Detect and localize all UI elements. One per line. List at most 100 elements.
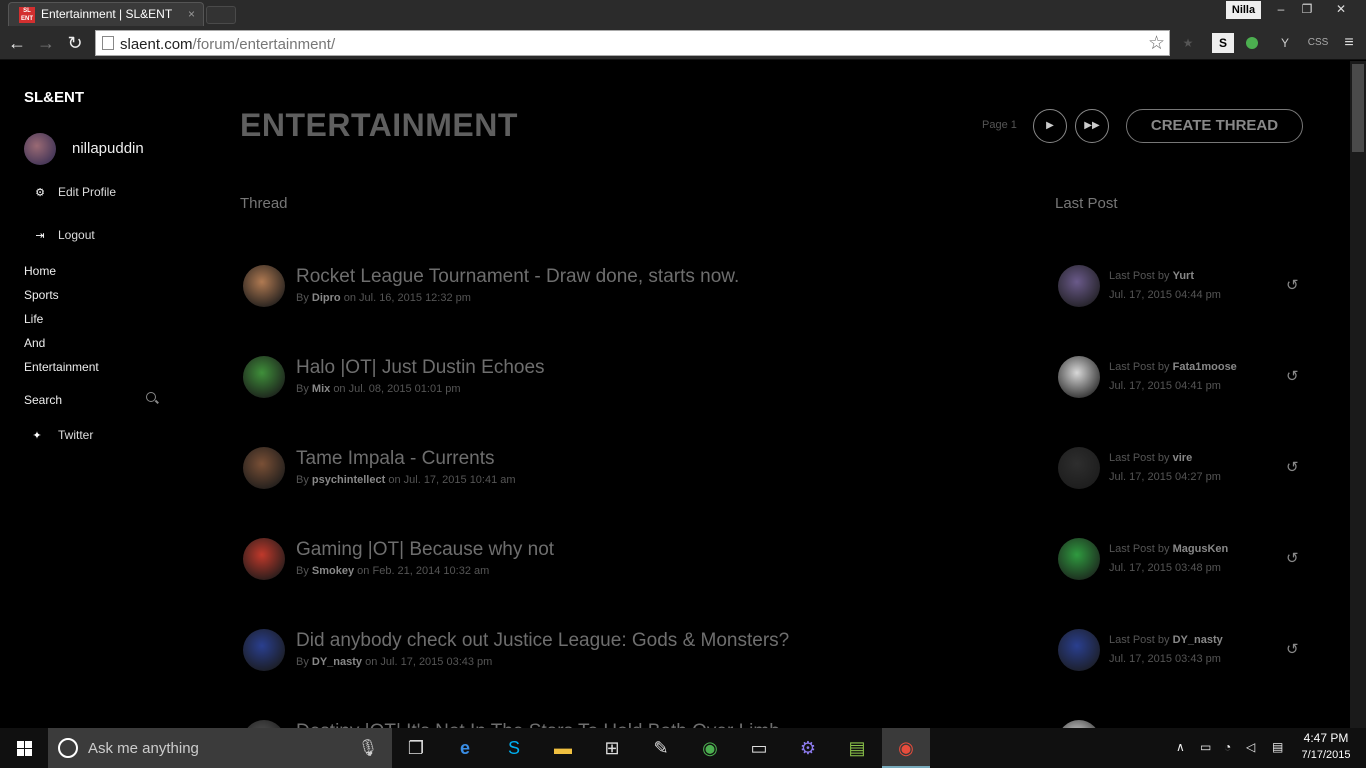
minimize-icon[interactable]: – (1268, 0, 1294, 18)
thread-row[interactable]: Tame Impala - Currents By psychintellect … (240, 443, 1310, 503)
thread-title[interactable]: Rocket League Tournament - Draw done, st… (296, 266, 739, 288)
last-post-user[interactable]: Fata1moose (1173, 361, 1237, 373)
author-avatar[interactable] (243, 356, 285, 398)
author-avatar[interactable] (243, 720, 285, 728)
skype-icon[interactable]: S (490, 728, 538, 768)
s2-extension-icon[interactable]: S (1212, 33, 1234, 53)
clock-date[interactable]: 7/17/2015 (1296, 749, 1356, 761)
thread-row[interactable]: Gaming |OT| Because why not By Smokey on … (240, 534, 1310, 594)
back-arrow-icon[interactable]: ← (6, 32, 28, 54)
site-logo[interactable]: SL&ENT (24, 89, 84, 106)
edge-icon[interactable]: e (441, 728, 489, 768)
history-icon[interactable]: ↺ (1286, 276, 1299, 294)
author-avatar[interactable] (243, 538, 285, 580)
history-icon[interactable]: ↺ (1286, 640, 1299, 658)
wifi-icon[interactable]: ◔ (1224, 740, 1231, 754)
chrome-active-icon[interactable]: ◉ (882, 728, 930, 768)
thread-title[interactable]: Tame Impala - Currents (296, 448, 495, 470)
chrome-menu-icon[interactable]: ≡ (1338, 33, 1360, 53)
scrollbar-thumb[interactable] (1352, 64, 1364, 152)
history-icon[interactable]: ↺ (1286, 549, 1299, 567)
author-avatar[interactable] (243, 629, 285, 671)
settings-app-icon[interactable]: ⚙ (784, 728, 832, 768)
cortana-search-box[interactable]: Ask me anything 🎙 (48, 728, 392, 768)
profile-button[interactable]: Nilla (1226, 1, 1261, 19)
status-dot-icon[interactable] (1246, 37, 1258, 49)
scrollbar[interactable] (1350, 61, 1366, 728)
logout-link[interactable]: Logout (58, 228, 95, 242)
on-label: on (343, 292, 356, 304)
notepad-icon[interactable]: ▤ (833, 728, 881, 768)
microphone-icon[interactable]: 🎙 (358, 738, 378, 758)
store-icon[interactable]: ⊞ (588, 728, 636, 768)
connect-icon[interactable]: ▭ (735, 728, 783, 768)
thread-row[interactable]: Halo |OT| Just Dustin Echoes By Mix on Ju… (240, 352, 1310, 412)
thread-meta: By psychintellect on Jul. 17, 2015 10:41… (296, 474, 516, 486)
thread-title[interactable]: Gaming |OT| Because why not (296, 539, 554, 561)
last-poster-avatar[interactable] (1058, 356, 1100, 398)
next-page-button[interactable]: ▶ (1033, 109, 1067, 143)
thread-author[interactable]: Smokey (312, 565, 354, 577)
last-page-button[interactable]: ▶▶ (1075, 109, 1109, 143)
thread-title[interactable]: Did anybody check out Justice League: Go… (296, 630, 789, 652)
antenna-extension-icon[interactable]: Y (1274, 33, 1296, 53)
last-poster-avatar[interactable] (1058, 538, 1100, 580)
thread-row[interactable]: Rocket League Tournament - Draw done, st… (240, 261, 1310, 321)
last-post-user[interactable]: vire (1173, 452, 1193, 464)
nav-sports[interactable]: Sports (24, 288, 59, 302)
nav-home[interactable]: Home (24, 264, 56, 278)
reload-icon[interactable]: ↻ (64, 32, 86, 54)
extension-icon[interactable]: ★ (1178, 33, 1198, 53)
thread-author[interactable]: psychintellect (312, 474, 385, 486)
nav-and[interactable]: And (24, 336, 45, 350)
username[interactable]: nillapuddin (72, 140, 144, 157)
history-icon[interactable]: ↺ (1286, 367, 1299, 385)
file-explorer-icon[interactable]: ▬ (539, 728, 587, 768)
volume-icon[interactable]: ◁ (1246, 740, 1255, 754)
bookmark-star-icon[interactable]: ☆ (1148, 32, 1165, 55)
last-poster-avatar[interactable] (1058, 629, 1100, 671)
last-poster-avatar[interactable] (1058, 447, 1100, 489)
history-icon[interactable]: ↺ (1286, 458, 1299, 476)
thread-title[interactable]: Halo |OT| Just Dustin Echoes (296, 357, 545, 379)
tab-close-icon[interactable]: × (188, 7, 195, 21)
last-post-meta: Last Post by DY_nasty (1109, 634, 1223, 646)
page-icon (102, 36, 114, 50)
forward-arrow-icon[interactable]: → (35, 32, 57, 54)
author-avatar[interactable] (243, 265, 285, 307)
clock-time[interactable]: 4:47 PM (1302, 731, 1350, 745)
twitter-link[interactable]: Twitter (58, 428, 93, 442)
thread-row[interactable]: Did anybody check out Justice League: Go… (240, 625, 1310, 685)
nav-entertainment[interactable]: Entertainment (24, 360, 99, 374)
search-icon[interactable] (146, 392, 156, 402)
thread-title[interactable]: Destiny |OT| It's Not In The Stars To Ho… (296, 721, 780, 728)
create-thread-button[interactable]: CREATE THREAD (1126, 109, 1303, 143)
action-center-icon[interactable]: ▤ (1272, 740, 1283, 754)
thread-author[interactable]: Dipro (312, 292, 341, 304)
nav-life[interactable]: Life (24, 312, 43, 326)
last-poster-avatar[interactable] (1058, 720, 1100, 728)
battery-icon[interactable]: ▭ (1200, 740, 1211, 754)
search-link[interactable]: Search (24, 393, 62, 407)
paint-icon[interactable]: ✎ (637, 728, 685, 768)
browser-tab[interactable]: SL ENT Entertainment | SL&ENT × (8, 2, 204, 26)
last-post-user[interactable]: MagusKen (1173, 543, 1229, 555)
last-post-user[interactable]: DY_nasty (1173, 634, 1223, 646)
chrome-icon[interactable]: ◉ (686, 728, 734, 768)
thread-author[interactable]: DY_nasty (312, 656, 362, 668)
restore-icon[interactable]: ❐ (1294, 0, 1320, 18)
windows-start-icon[interactable] (0, 728, 48, 768)
window-close-icon[interactable]: ✕ (1318, 0, 1364, 18)
author-avatar[interactable] (243, 447, 285, 489)
task-view-icon[interactable]: ❐ (392, 728, 440, 768)
address-bar[interactable]: slaent.com/forum/entertainment/ ☆ (95, 30, 1170, 56)
new-tab-button[interactable] (206, 6, 236, 24)
last-poster-avatar[interactable] (1058, 265, 1100, 307)
last-post-user[interactable]: Yurt (1173, 270, 1194, 282)
tray-expand-icon[interactable]: ∧ (1176, 740, 1185, 754)
thread-author[interactable]: Mix (312, 383, 330, 395)
edit-profile-link[interactable]: Edit Profile (58, 185, 116, 199)
thread-row[interactable]: Destiny |OT| It's Not In The Stars To Ho… (240, 716, 1310, 728)
user-avatar[interactable] (24, 133, 56, 165)
css-extension-icon[interactable]: CSS (1304, 33, 1332, 53)
